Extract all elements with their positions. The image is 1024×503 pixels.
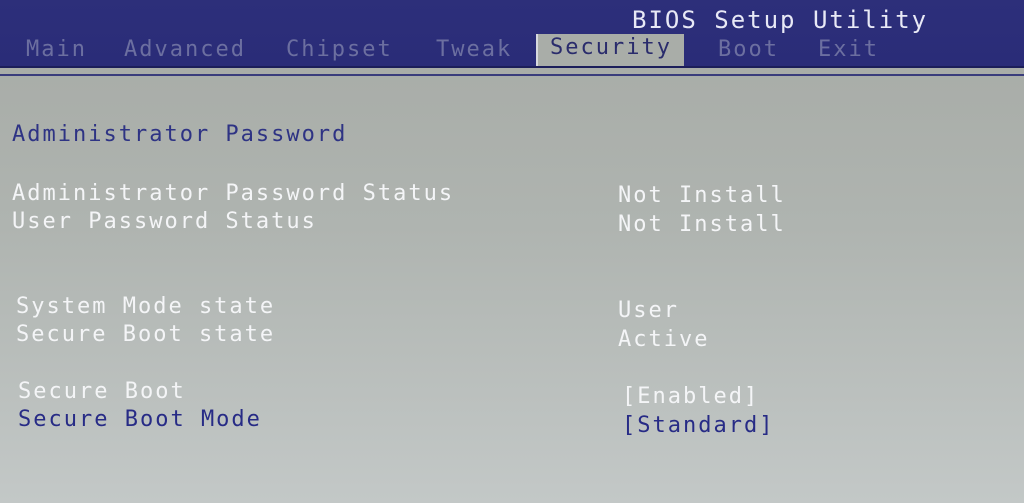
header-underline bbox=[0, 74, 1024, 76]
tab-chipset[interactable]: Chipset bbox=[286, 36, 393, 66]
secure-boot-label[interactable]: Secure Boot bbox=[18, 379, 186, 404]
header-bar: BIOS Setup Utility Main Advanced Chipset… bbox=[0, 0, 1024, 66]
tab-security[interactable]: Security bbox=[536, 34, 684, 66]
system-mode-state-label: System Mode state bbox=[16, 294, 276, 319]
tab-advanced[interactable]: Advanced bbox=[124, 36, 246, 66]
admin-password-status-value: Not Install bbox=[618, 183, 786, 208]
secure-boot-mode-value[interactable]: [Standard] bbox=[622, 413, 774, 438]
secure-boot-value[interactable]: [Enabled] bbox=[622, 384, 759, 409]
tab-tweak[interactable]: Tweak bbox=[436, 36, 512, 66]
tab-boot[interactable]: Boot bbox=[718, 36, 779, 66]
secure-boot-state-value: Active bbox=[618, 327, 710, 352]
section-title-administrator-password: Administrator Password bbox=[12, 122, 348, 147]
tab-bar: Main Advanced Chipset Tweak Security Boo… bbox=[0, 34, 1024, 66]
system-mode-state-value: User bbox=[618, 298, 679, 323]
app-title: BIOS Setup Utility bbox=[632, 6, 929, 34]
header-divider bbox=[0, 66, 1024, 68]
user-password-status-value: Not Install bbox=[618, 212, 786, 237]
admin-password-status-label: Administrator Password Status bbox=[12, 181, 455, 206]
secure-boot-mode-label[interactable]: Secure Boot Mode bbox=[18, 407, 262, 432]
bios-screen: BIOS Setup Utility Main Advanced Chipset… bbox=[0, 0, 1024, 503]
tab-main[interactable]: Main bbox=[26, 36, 87, 66]
secure-boot-state-label: Secure Boot state bbox=[16, 322, 276, 347]
tab-exit[interactable]: Exit bbox=[818, 36, 879, 66]
user-password-status-label: User Password Status bbox=[12, 209, 317, 234]
